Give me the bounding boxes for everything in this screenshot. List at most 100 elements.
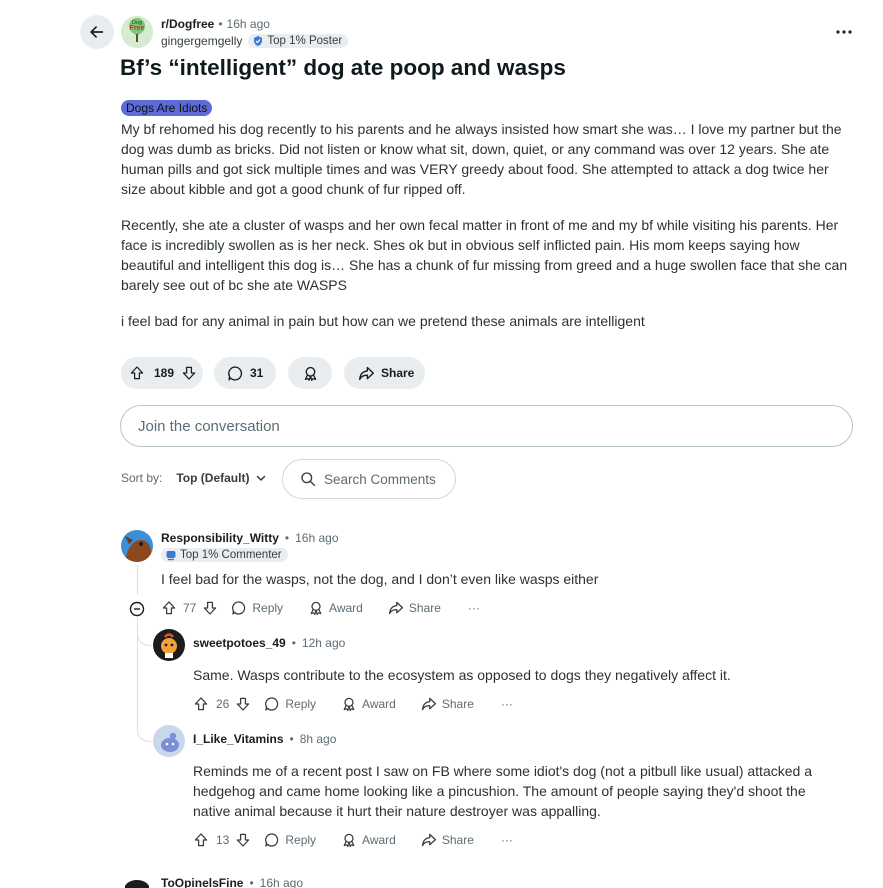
sort-control: Sort by: Top (Default) [121,471,267,485]
award-icon [304,366,316,381]
share-arrow-icon [388,601,403,615]
share-button[interactable]: Share [421,696,474,712]
post-flair-label: Dogs Are Idiots [126,101,208,115]
speech-bubble-icon [265,833,279,847]
meta-separator: • [284,531,290,545]
join-conversation-input[interactable]: Join the conversation [120,405,853,447]
share-label: Share [381,366,415,380]
search-comments-input[interactable]: Search Comments [282,459,456,499]
downvote-button[interactable] [202,600,218,616]
comment-actions: 13 Reply Award Share ··· [193,832,513,848]
upvote-button[interactable] [129,365,145,381]
author-flair: Top 1% Poster [248,34,349,48]
award-label: Award [362,833,396,847]
comment-vote-count: 13 [216,833,230,847]
downvote-button[interactable] [235,696,251,712]
speech-bubble-icon [265,697,279,711]
award-button[interactable]: Award [341,696,396,712]
share-arrow-icon [421,697,436,711]
reply-button[interactable]: Reply [231,600,283,616]
reply-button[interactable]: Reply [264,832,316,848]
badge-icon [254,36,263,46]
upvote-button[interactable] [193,696,209,712]
sort-label: Sort by: [121,471,163,485]
comment-author[interactable]: ToOpinelsFine [161,876,243,888]
commenter-flair-label: Top 1% Commenter [180,549,282,561]
reply-label: Reply [285,833,317,847]
search-comments-placeholder: Search Comments [324,471,436,487]
subreddit-logo: Dog Free [121,16,153,48]
commenter-flair: Top 1% Commenter [161,548,288,562]
avatar[interactable] [153,629,185,661]
meta-separator: • [291,636,296,650]
svg-text:Free: Free [130,25,145,32]
award-button[interactable]: Award [308,600,363,616]
comment-age: 16h ago [259,876,304,888]
comment-age: 8h ago [299,732,337,746]
award-button[interactable]: Award [341,832,396,848]
share-arrow-icon [421,833,436,847]
post-author[interactable]: gingergemgelly [161,34,242,48]
arrow-down-icon [204,601,217,615]
post-author-line: gingergemgelly Top 1% Poster [161,34,349,48]
comment-author[interactable]: Responsibility_Witty [161,531,279,545]
arrow-left-icon [90,26,104,38]
upvote-button[interactable] [161,600,177,616]
vote-pill: 189 [121,357,203,389]
post-vote-count: 189 [154,366,175,380]
post-more-button[interactable] [830,22,858,42]
arrow-down-icon [237,833,250,847]
sort-dropdown[interactable]: Top (Default) [176,471,267,485]
post-paragraph: i feel bad for any animal in pain but ho… [121,313,645,329]
meta-separator: • [249,876,254,888]
minus-circle-icon [129,601,145,617]
post-flair[interactable]: Dogs Are Idiots [121,100,213,116]
arrow-up-icon [130,366,144,380]
arrow-down-icon [182,366,196,380]
award-button[interactable] [288,357,332,389]
post-age: 16h ago [226,17,270,31]
award-icon [343,697,355,711]
comment-more-button[interactable]: ··· [468,601,480,615]
share-label: Share [408,601,441,615]
post-paragraph: Recently, she ate a cluster of wasps and… [121,217,848,293]
comment-author[interactable]: sweetpotoes_49 [193,636,286,650]
join-placeholder: Join the conversation [138,417,280,435]
award-icon [343,833,355,847]
collapse-button[interactable] [129,601,145,617]
comment-actions: 26 Reply Award Share ··· [193,696,513,712]
thread-line [137,565,138,595]
comment-meta: ToOpinelsFine • 16h ago [161,876,303,888]
subreddit-name[interactable]: r/Dogfree [161,17,214,31]
comment-author[interactable]: I_Like_Vitamins [193,732,284,746]
subreddit-meta: r/Dogfree • 16h ago [161,17,270,31]
share-button[interactable]: Share [388,600,441,616]
downvote-button[interactable] [181,365,197,381]
arrow-down-icon [237,697,250,711]
subreddit-avatar[interactable]: Dog Free [121,16,153,48]
comments-button[interactable]: 31 [214,357,276,389]
comment-more-button[interactable]: ··· [501,697,513,711]
reply-label: Reply [285,697,317,711]
comment-text: I feel bad for the wasps, not the dog, a… [161,571,599,587]
share-button[interactable]: Share [421,832,474,848]
avatar[interactable] [153,725,185,757]
comment-meta: I_Like_Vitamins • 8h ago [193,732,336,746]
comment-more-button[interactable]: ··· [501,833,513,847]
arrow-up-icon [162,601,176,615]
avatar[interactable] [121,872,153,888]
back-button[interactable] [80,15,114,49]
thread-connector [137,718,151,742]
post-paragraph: My bf rehomed his dog recently to his pa… [121,121,842,197]
ellipsis-icon [836,30,852,34]
downvote-button[interactable] [235,832,251,848]
reply-label: Reply [252,601,284,615]
share-label: Share [441,833,474,847]
comment-age: 12h ago [301,636,346,650]
reply-button[interactable]: Reply [264,696,316,712]
upvote-button[interactable] [193,832,209,848]
badge-icon [166,551,176,561]
avatar[interactable] [121,530,153,562]
comment-age: 16h ago [295,531,339,545]
share-button[interactable]: Share [344,357,425,389]
